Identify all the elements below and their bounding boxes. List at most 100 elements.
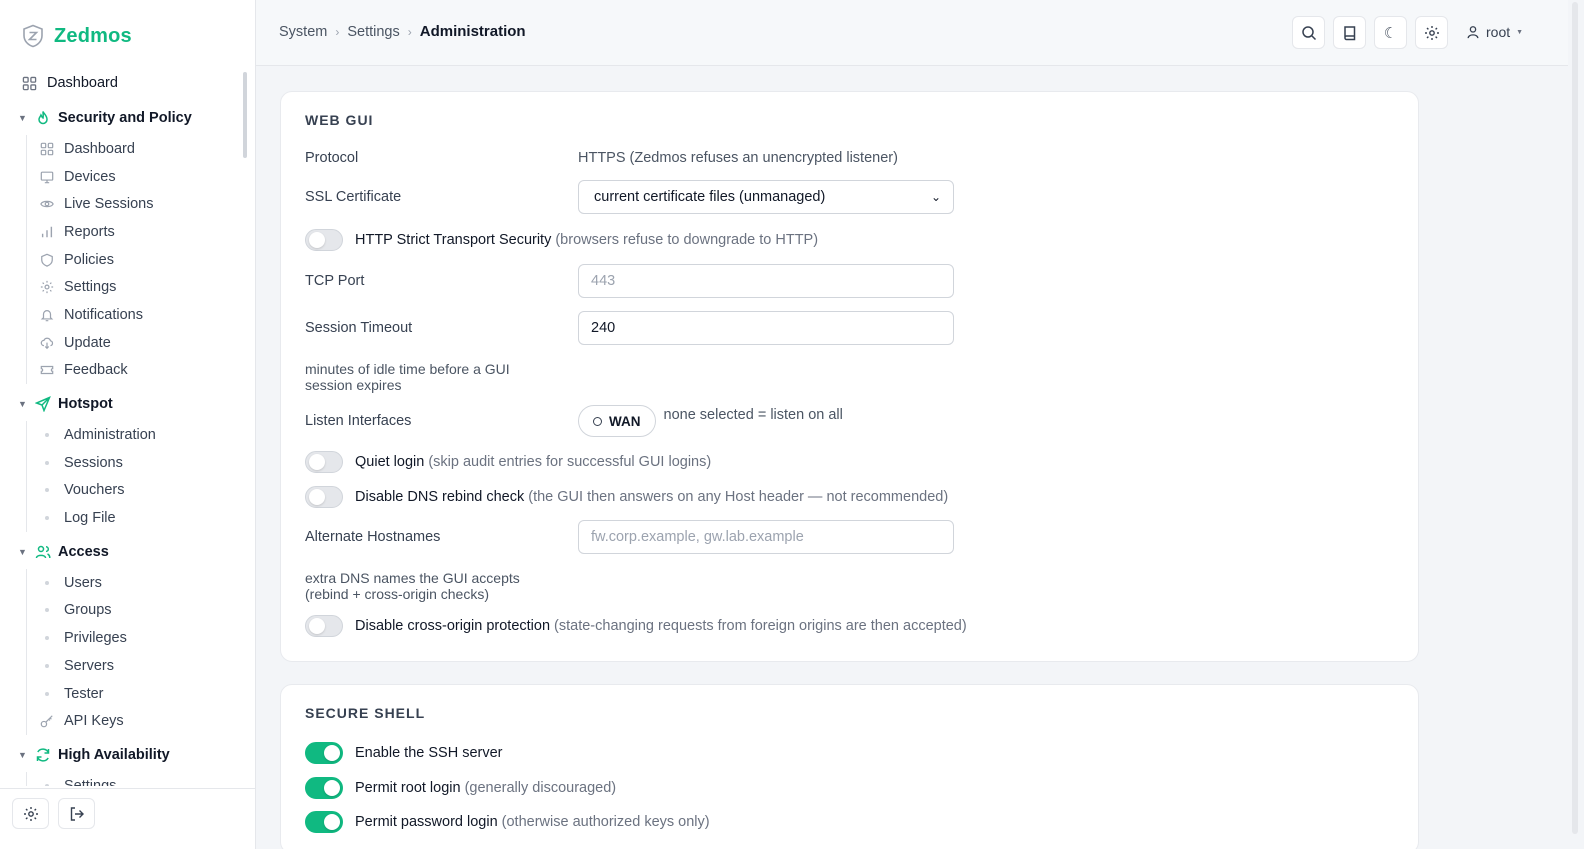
sidebar-item-vouchers[interactable]: Vouchers <box>27 477 248 505</box>
scrollbar-thumb[interactable] <box>1572 2 1578 834</box>
gear-icon <box>40 280 54 294</box>
session-timeout-input[interactable]: 240 <box>578 311 954 345</box>
page-scrollbar[interactable] <box>1568 0 1584 849</box>
listen-hint: none selected = listen on all <box>663 407 843 423</box>
bar-chart-icon <box>40 225 54 239</box>
search-button[interactable] <box>1292 16 1325 49</box>
sidebar-item-privileges[interactable]: Privileges <box>27 624 248 652</box>
sidebar-item-dashboard-sp[interactable]: Dashboard <box>27 135 248 163</box>
ssh-root-toggle[interactable] <box>305 777 343 799</box>
sidebar-scrollbar[interactable] <box>243 72 247 158</box>
sidebar-item-devices[interactable]: Devices <box>27 163 248 191</box>
sidebar-item-label: Dashboard <box>64 140 135 157</box>
caret-down-icon: ▼ <box>18 750 27 761</box>
bullet-icon <box>45 516 49 521</box>
refresh-icon <box>34 746 52 764</box>
ssh-enable-row: Enable the SSH server <box>305 742 503 764</box>
tcp-port-input[interactable]: 443 <box>578 264 954 298</box>
alternate-hostnames-input[interactable]: fw.corp.example, gw.lab.example <box>578 520 954 554</box>
theme-toggle-button[interactable]: ☾ <box>1374 16 1407 49</box>
logout-button[interactable] <box>58 798 95 829</box>
toggle-knob <box>309 489 325 505</box>
sidebar-item-tester[interactable]: Tester <box>27 680 248 708</box>
ssh-enable-label: Enable the SSH server <box>355 745 503 761</box>
sidebar-group-high-availability[interactable]: ▼ High Availability <box>0 738 248 772</box>
eye-icon <box>40 197 54 211</box>
ssl-certificate-select[interactable]: current certificate files (unmanaged) ⌄ <box>578 180 954 214</box>
chevron-right-icon: › <box>335 24 340 39</box>
sidebar-item-settings[interactable]: Settings <box>27 273 248 301</box>
sidebar-group-label: High Availability <box>58 747 170 764</box>
ssh-password-toggle[interactable] <box>305 811 343 833</box>
sidebar-item-log-file[interactable]: Log File <box>27 504 248 532</box>
ssh-root-desc: (generally discouraged) <box>464 780 617 796</box>
bullet-icon <box>45 580 49 585</box>
sidebar-item-label: Privileges <box>64 630 127 647</box>
user-menu[interactable]: root ▼ <box>1466 24 1523 40</box>
sidebar-item-ha-settings[interactable]: Settings <box>27 772 248 786</box>
sidebar-item-label: Sessions <box>64 454 123 471</box>
bullet-icon <box>45 636 49 641</box>
select-value: current certificate files (unmanaged) <box>594 189 826 205</box>
sidebar-item-label: API Keys <box>64 713 124 730</box>
docs-button[interactable] <box>1333 16 1366 49</box>
quiet-login-row: Quiet login (skip audit entries for succ… <box>305 451 711 473</box>
sidebar-item-policies[interactable]: Policies <box>27 246 248 274</box>
flame-icon <box>34 109 52 127</box>
cross-origin-toggle[interactable] <box>305 615 343 637</box>
sidebar-item-label: Policies <box>64 251 114 268</box>
sidebar-item-users[interactable]: Users <box>27 569 248 597</box>
brand[interactable]: Zedmos <box>22 24 132 48</box>
preferences-button[interactable] <box>1415 16 1448 49</box>
sidebar-item-reports[interactable]: Reports <box>27 218 248 246</box>
session-timeout-row: Session Timeout 240 <box>305 311 954 345</box>
breadcrumb-system[interactable]: System <box>279 24 327 40</box>
dns-rebind-toggle[interactable] <box>305 486 343 508</box>
sidebar-group-access[interactable]: ▼ Access <box>0 535 248 569</box>
bullet-icon <box>45 663 49 668</box>
sidebar-item-notifications[interactable]: Notifications <box>27 301 248 329</box>
toggle-knob <box>324 745 340 761</box>
grid-icon <box>40 142 54 156</box>
sidebar-item-update[interactable]: Update <box>27 329 248 357</box>
gear-icon <box>1424 25 1439 40</box>
sidebar-item-sessions[interactable]: Sessions <box>27 449 248 477</box>
sidebar-item-label: Dashboard <box>47 75 118 91</box>
shield-logo-icon <box>23 24 43 48</box>
ssh-password-row: Permit password login (otherwise authori… <box>305 811 710 833</box>
sidebar-item-live-sessions[interactable]: Live Sessions <box>27 190 248 218</box>
sidebar-item-label: Reports <box>64 223 115 240</box>
sidebar-group-items: Dashboard Devices Live Sessions Reports … <box>26 135 248 385</box>
session-timeout-help: minutes of idle time before a GUI sessio… <box>305 361 510 393</box>
ssh-password-label: Permit password login <box>355 814 498 830</box>
sidebar-group-items: Users Groups Privileges Servers Tester A… <box>26 568 248 736</box>
toggle-knob <box>309 232 325 248</box>
bullet-icon <box>45 433 49 438</box>
hsts-toggle[interactable] <box>305 229 343 251</box>
quiet-login-toggle[interactable] <box>305 451 343 473</box>
sidebar-item-api-keys[interactable]: API Keys <box>27 707 248 735</box>
search-icon <box>1301 25 1316 40</box>
toggle-knob <box>324 780 340 796</box>
ssh-enable-toggle[interactable] <box>305 742 343 764</box>
sidebar-item-feedback[interactable]: Feedback <box>27 357 248 385</box>
sidebar-group-security[interactable]: ▼ Security and Policy <box>0 101 248 135</box>
chevron-right-icon: › <box>407 24 412 39</box>
user-icon <box>1467 26 1479 39</box>
sidebar-group-hotspot[interactable]: ▼ Hotspot <box>0 387 248 421</box>
ticket-icon <box>40 363 54 377</box>
sidebar-item-servers[interactable]: Servers <box>27 652 248 680</box>
sidebar-group-items: Settings <box>26 772 248 786</box>
sidebar-item-dashboard[interactable]: Dashboard <box>0 68 248 98</box>
send-icon <box>34 395 52 413</box>
breadcrumb-settings[interactable]: Settings <box>347 24 399 40</box>
sidebar-item-groups[interactable]: Groups <box>27 597 248 625</box>
settings-button[interactable] <box>12 798 49 829</box>
wan-chip[interactable]: WAN <box>578 405 656 437</box>
sidebar-group-label: Security and Policy <box>58 110 192 126</box>
section-title: WEB GUI <box>305 112 374 128</box>
sidebar-item-administration[interactable]: Administration <box>27 421 248 449</box>
toggle-knob <box>309 454 325 470</box>
protocol-label: Protocol <box>305 150 359 166</box>
protocol-value: HTTPS (Zedmos refuses an unencrypted lis… <box>578 150 898 166</box>
